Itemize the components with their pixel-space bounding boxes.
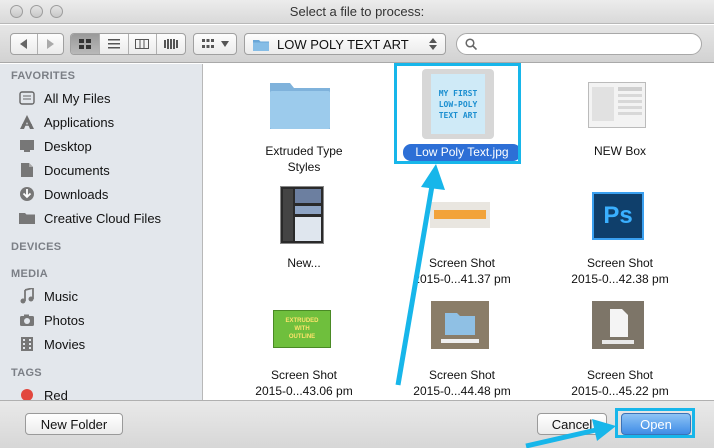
file-name: Screen Shot (428, 256, 496, 270)
sidebar-item-label: Red (44, 387, 68, 401)
thumb-text-line: OUTLINE (288, 334, 316, 340)
selected-file-highlight-box (394, 63, 521, 164)
desktop-icon (18, 138, 36, 154)
photos-icon (18, 312, 36, 328)
screenshot-thumbnail (592, 301, 644, 349)
file-item-screenshot-41-37[interactable]: Screen Shot 2015-0...41.37 pm (387, 182, 537, 286)
sidebar-item-label: Creative Cloud Files (44, 210, 162, 226)
file-name: Screen Shot (586, 256, 654, 270)
file-item-screenshot-44-48[interactable]: Screen Shot 2015-0...44.48 pm (387, 294, 537, 398)
new-folder-button[interactable]: New Folder (25, 413, 123, 435)
music-icon (18, 288, 36, 304)
back-forward-control (10, 33, 64, 55)
file-item-new[interactable]: New... (229, 182, 379, 282)
sidebar-item-documents[interactable]: Documents (18, 159, 110, 181)
folder-icon (253, 39, 269, 51)
list-view-button[interactable] (100, 34, 129, 54)
chevron-down-icon (221, 41, 229, 47)
file-item-extruded-type-styles[interactable]: Extruded Type Styles (229, 64, 379, 184)
sidebar-item-applications[interactable]: Applications (18, 111, 114, 133)
sidebar-item-music[interactable]: Music (18, 285, 78, 307)
file-name-line2: 2015-0...41.37 pm (413, 272, 511, 286)
thumb-text-line: WITH (294, 326, 310, 332)
folder-icon (18, 210, 36, 226)
screenshot-thumbnail (588, 82, 646, 128)
all-files-icon (18, 90, 36, 106)
sidebar-item-creative-cloud-files[interactable]: Creative Cloud Files (18, 207, 161, 229)
file-name-line2: Styles (287, 160, 321, 174)
sidebar-item-downloads[interactable]: Downloads (18, 183, 108, 205)
sidebar-item-movies[interactable]: Movies (18, 333, 85, 355)
file-item-screenshot-42-38[interactable]: Ps Screen Shot 2015-0...42.38 pm (545, 182, 695, 286)
window-title: Select a file to process: (289, 4, 425, 19)
forward-button[interactable] (38, 34, 64, 54)
column-view-button[interactable] (129, 34, 158, 54)
bottom-bar: New Folder Cancel Open (0, 400, 714, 448)
red-tag-dot-icon (18, 387, 36, 400)
thumb-text-line: EXTRUDED (285, 318, 319, 324)
list-view-icon (107, 39, 120, 49)
screenshot-thumbnail: EXTRUDED WITH OUTLINE (273, 310, 331, 348)
sidebar: FAVORITES All My Files Applications Desk… (0, 64, 203, 400)
cancel-button[interactable]: Cancel (537, 413, 607, 435)
sidebar-item-label: Movies (44, 336, 86, 352)
sidebar-item-tag-red[interactable]: Red (18, 384, 68, 400)
screenshot-thumbnail (430, 202, 490, 228)
sidebar-item-label: Music (44, 288, 78, 304)
tags-header: TAGS (11, 367, 42, 379)
icon-view-icon (78, 39, 91, 49)
title-bar: Select a file to process: (0, 0, 714, 24)
search-icon (465, 38, 477, 50)
applications-icon (18, 114, 36, 130)
file-name: Screen Shot (586, 368, 654, 382)
sidebar-item-label: Documents (44, 162, 110, 178)
favorites-header: FAVORITES (11, 70, 76, 82)
location-popup[interactable]: LOW POLY TEXT ART (244, 33, 446, 55)
screenshot-thumbnail (431, 301, 489, 349)
file-name: Screen Shot (428, 368, 496, 382)
toolbar: LOW POLY TEXT ART (0, 25, 714, 63)
sidebar-item-label: Applications (44, 114, 115, 130)
sidebar-item-all-my-files[interactable]: All My Files (18, 87, 110, 109)
file-item-screenshot-45-22[interactable]: Screen Shot 2015-0...45.22 pm (545, 294, 695, 398)
devices-header: DEVICES (11, 241, 62, 253)
back-button[interactable] (11, 34, 38, 54)
screenshot-thumbnail (280, 186, 324, 244)
file-name-line2: 2015-0...45.22 pm (571, 384, 669, 398)
location-label: LOW POLY TEXT ART (277, 36, 409, 52)
arrange-grid-icon (202, 39, 214, 48)
sidebar-item-label: Desktop (44, 138, 92, 154)
file-name: NEW Box (593, 144, 646, 158)
icon-view-button[interactable] (71, 34, 100, 54)
coverflow-view-button[interactable] (157, 34, 185, 54)
movies-icon (18, 336, 36, 352)
column-view-icon (135, 39, 150, 49)
file-name: Extruded Type (265, 144, 343, 158)
sidebar-item-photos[interactable]: Photos (18, 309, 84, 331)
downloads-icon (18, 186, 36, 202)
sidebar-item-label: All My Files (44, 90, 111, 106)
documents-icon (18, 162, 36, 178)
sidebar-item-desktop[interactable]: Desktop (18, 135, 92, 157)
photoshop-icon: Ps (592, 192, 644, 240)
media-header: MEDIA (11, 268, 48, 280)
file-item-screenshot-43-06[interactable]: EXTRUDED WITH OUTLINE Screen Shot 2015-0… (229, 294, 379, 398)
back-arrow-icon (19, 39, 27, 49)
updown-chevron-icon (429, 38, 437, 50)
file-name-line2: 2015-0...43.06 pm (255, 384, 353, 398)
open-button-highlight-box (615, 408, 695, 438)
file-name-line2: 2015-0...44.48 pm (413, 384, 511, 398)
search-input[interactable] (456, 33, 702, 55)
file-name: New... (287, 256, 321, 270)
arrange-popup[interactable] (193, 33, 237, 55)
file-name: Screen Shot (270, 368, 338, 382)
folder-icon (270, 83, 330, 129)
sidebar-item-label: Downloads (44, 186, 109, 202)
coverflow-view-icon (164, 39, 179, 49)
view-mode-control (70, 33, 186, 55)
sidebar-item-label: Photos (44, 312, 85, 328)
file-item-new-box[interactable]: NEW Box (545, 64, 695, 164)
file-name-line2: 2015-0...42.38 pm (571, 272, 669, 286)
forward-arrow-icon (47, 39, 55, 49)
